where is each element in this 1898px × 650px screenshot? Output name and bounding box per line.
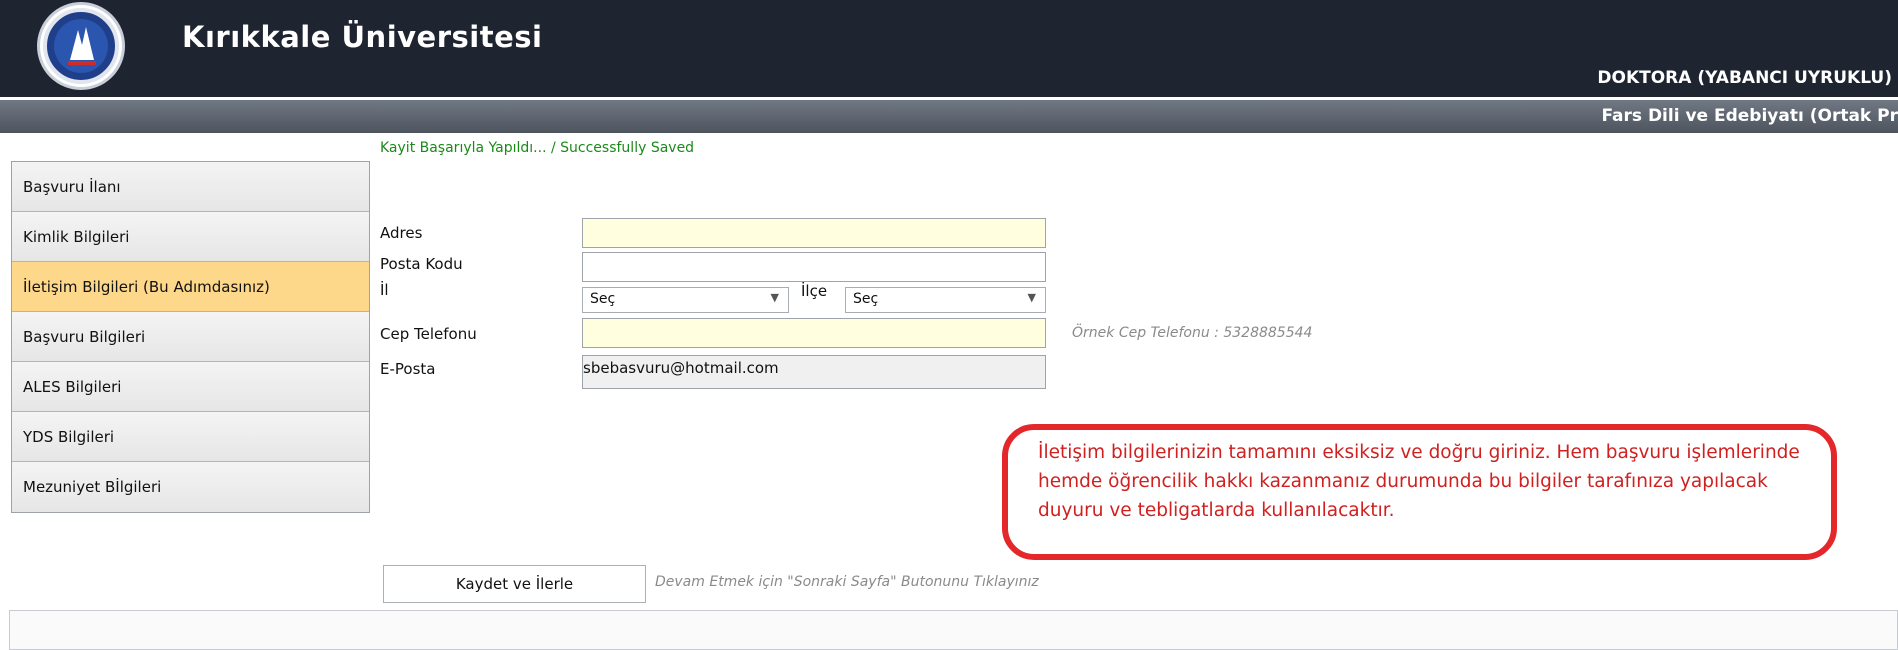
- province-select[interactable]: Seç ▼: [582, 287, 789, 313]
- university-title: Kırıkkale Üniversitesi: [182, 20, 543, 54]
- postal-code-label: Posta Kodu: [380, 255, 463, 273]
- district-select[interactable]: Seç ▼: [845, 287, 1046, 313]
- chevron-down-icon: ▼: [1027, 291, 1036, 304]
- mobile-phone-label: Cep Telefonu: [380, 325, 477, 343]
- department-title: Fars Dili ve Edebiyatı (Ortak Pr: [1601, 106, 1898, 126]
- app-header: Kırıkkale Üniversitesi DOKTORA (YABANCI …: [0, 0, 1898, 97]
- sidebar-item-yds-bilgileri[interactable]: YDS Bilgileri: [12, 412, 369, 462]
- chevron-down-icon: ▼: [770, 291, 779, 304]
- notice-text: İletişim bilgilerinizin tamamını eksiksi…: [1038, 442, 1800, 521]
- address-input[interactable]: [582, 218, 1046, 248]
- sidebar-item-ales-bilgileri[interactable]: ALES Bilgileri: [12, 362, 369, 412]
- province-label: İl: [380, 281, 389, 299]
- sidebar-item-mezuniyet-bilgileri[interactable]: Mezuniyet Bİlgileri: [12, 462, 369, 512]
- sidebar-item-basvuru-ilani[interactable]: Başvuru İlanı: [12, 162, 369, 212]
- university-seal-icon[interactable]: [37, 2, 125, 90]
- continue-hint: Devam Etmek için "Sonraki Sayfa" Butonun…: [655, 574, 1039, 590]
- mobile-phone-input[interactable]: [582, 318, 1046, 348]
- address-label: Adres: [380, 224, 423, 242]
- sidebar-item-iletisim-bilgileri[interactable]: İletişim Bilgileri (Bu Adımdasınız): [12, 262, 369, 312]
- mobile-phone-hint: Örnek Cep Telefonu : 5328885544: [1072, 325, 1313, 341]
- province-select-value: Seç: [590, 291, 616, 307]
- email-label: E-Posta: [380, 360, 436, 378]
- email-value: sbebasvuru@hotmail.com: [583, 359, 779, 377]
- program-title: DOKTORA (YABANCI UYRUKLU): [1597, 68, 1892, 88]
- district-select-value: Seç: [853, 291, 879, 307]
- sidebar-item-basvuru-bilgileri[interactable]: Başvuru Bilgileri: [12, 312, 369, 362]
- notice-box: İletişim bilgilerinizin tamamını eksiksi…: [1002, 424, 1837, 560]
- postal-code-input[interactable]: [582, 252, 1046, 282]
- step-sidebar: Başvuru İlanı Kimlik Bilgileri İletişim …: [11, 161, 370, 513]
- footer-bar: [9, 610, 1898, 650]
- sidebar-item-kimlik-bilgileri[interactable]: Kimlik Bilgileri: [12, 212, 369, 262]
- department-bar: Fars Dili ve Edebiyatı (Ortak Pr: [0, 100, 1898, 133]
- district-label: İlçe: [801, 282, 828, 300]
- success-message: Kayit Başarıyla Yapıldı... / Successfull…: [380, 140, 695, 156]
- save-and-continue-button[interactable]: Kaydet ve İlerle: [383, 565, 646, 603]
